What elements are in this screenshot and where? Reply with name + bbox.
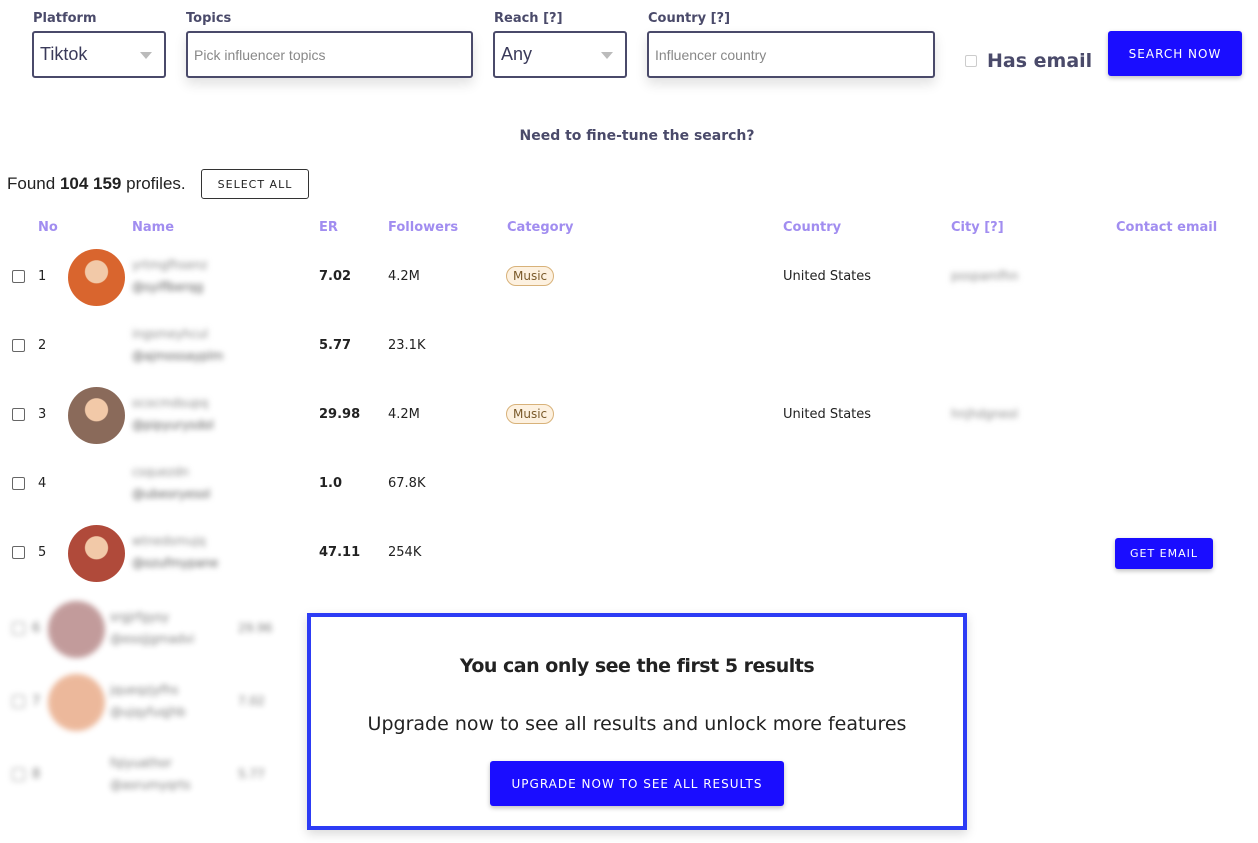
reach-label: Reach [?] [494,11,563,26]
row-no: 5 [38,545,47,560]
col-contact: Contact email [1116,220,1218,235]
row-checkbox[interactable] [12,477,25,490]
row-er: 5.77 [319,338,352,353]
reach-select[interactable]: Any [493,31,627,78]
select-all-button[interactable]: SELECT ALL [201,169,309,199]
col-no: No [38,220,58,235]
avatar [48,674,105,731]
row-handle: @ujqyfuqjhb [110,705,186,719]
category-badge: Music [506,404,555,424]
row-er: 7.02 [238,694,265,708]
col-city: City [?] [951,220,1004,235]
fine-tune-link[interactable]: Need to fine-tune the search? [0,128,1258,144]
row-handle[interactable]: @pipyurysdol [132,418,214,432]
row-er: 29.98 [319,407,361,422]
row-checkbox [12,622,25,635]
row-country: United States [783,269,872,284]
row-name: fqiyuathor [110,756,172,770]
row-name[interactable]: yrtmgfhsenz [132,258,207,272]
avatar [68,525,125,582]
table-row: 2 ingsmeyhcul @ajmossayplm 5.77 23.1K [0,315,1258,375]
row-handle[interactable]: @ajmossayplm [132,349,223,363]
topics-placeholder: Pick influencer topics [194,46,326,63]
row-city: hnjhdgneol [951,407,1019,421]
platform-value: Tiktok [40,44,88,64]
row-city: pospamfhn [951,269,1019,283]
row-handle[interactable]: @ubeoryesol [132,487,210,501]
row-handle: @esojjgmadvi [110,632,195,646]
found-suffix: profiles. [121,174,186,193]
has-email-toggle[interactable]: Has email [965,50,1092,72]
row-er: 1.0 [319,476,343,491]
has-email-label: Has email [987,50,1093,72]
row-no: 4 [38,476,47,491]
avatar [48,601,105,658]
reach-value: Any [501,44,533,64]
row-name[interactable]: wtnedsmujq [132,534,206,548]
row-er: 7.02 [319,269,352,284]
row-er: 5.77 [238,767,265,781]
has-email-checkbox[interactable] [965,55,977,67]
row-checkbox[interactable] [12,408,25,421]
row-handle[interactable]: @syiflberqg [132,280,203,294]
table-row: 1 yrtmgfhsenz @syiflberqg 7.02 4.2M Music U… [0,246,1258,306]
row-followers: 4.2M [388,269,420,284]
row-checkbox [12,768,25,781]
avatar [68,249,125,306]
row-handle: @asrumyqrts [110,778,191,792]
row-no: 8 [32,767,41,782]
col-followers[interactable]: Followers [388,220,458,235]
col-name[interactable]: Name [132,220,174,235]
row-followers: 254K [388,545,422,560]
row-name[interactable]: ingsmeyhcul [132,327,208,341]
row-followers: 23.1K [388,338,426,353]
row-er: 29.96 [238,621,273,635]
table-row: 5 wtnedsmujq @ozufmypane 47.11 254K [0,522,1258,582]
row-followers: 67.8K [388,476,426,491]
col-category: Category [507,220,574,235]
row-name: jqueqzjyfhs [110,683,179,697]
row-no: 2 [38,338,47,353]
row-er: 47.11 [319,545,361,560]
chevron-down-icon [140,52,152,59]
col-country: Country [783,220,842,235]
row-checkbox[interactable] [12,546,25,559]
upgrade-title: You can only see the first 5 results [459,655,815,677]
upgrade-modal: You can only see the first 5 results Upg… [307,613,967,830]
row-no: 3 [38,407,47,422]
country-placeholder: Influencer country [655,46,767,63]
results-count: Found 104 159 profiles. [7,174,186,194]
found-prefix: Found [7,174,60,193]
topics-input[interactable]: Pick influencer topics [186,31,473,78]
row-no: 1 [38,269,47,284]
row-no: 6 [32,621,41,636]
platform-label: Platform [33,11,97,26]
row-name: srgjrfgysy [110,610,170,624]
row-checkbox [12,695,25,708]
row-checkbox[interactable] [12,270,25,283]
row-name[interactable]: csquezdn [132,465,189,479]
upgrade-subtitle: Upgrade now to see all results and unloc… [367,713,907,735]
found-count: 104 159 [59,174,122,193]
row-handle[interactable]: @ozufmypane [132,556,218,570]
table-row: 4 csquezdn @ubeoryesol 1.0 67.8K [0,453,1258,513]
row-name[interactable]: ococmdsupq [132,396,208,410]
upgrade-button[interactable]: UPGRADE NOW TO SEE ALL RESULTS [490,761,784,806]
platform-select[interactable]: Tiktok [32,31,166,78]
country-label: Country [?] [648,11,731,26]
topics-label: Topics [186,11,232,26]
avatar [68,387,125,444]
row-followers: 4.2M [388,407,420,422]
table-row: 3 ococmdsupq @pipyurysdol 29.98 4.2M Music… [0,384,1258,569]
row-no: 7 [32,694,41,709]
col-er[interactable]: ER [319,220,338,235]
category-badge: Music [506,266,555,286]
row-checkbox[interactable] [12,339,25,352]
search-now-button[interactable]: SEARCH NOW [1108,31,1242,76]
row-country: United States [783,407,872,422]
chevron-down-icon [601,52,613,59]
country-input[interactable]: Influencer country [647,31,935,78]
